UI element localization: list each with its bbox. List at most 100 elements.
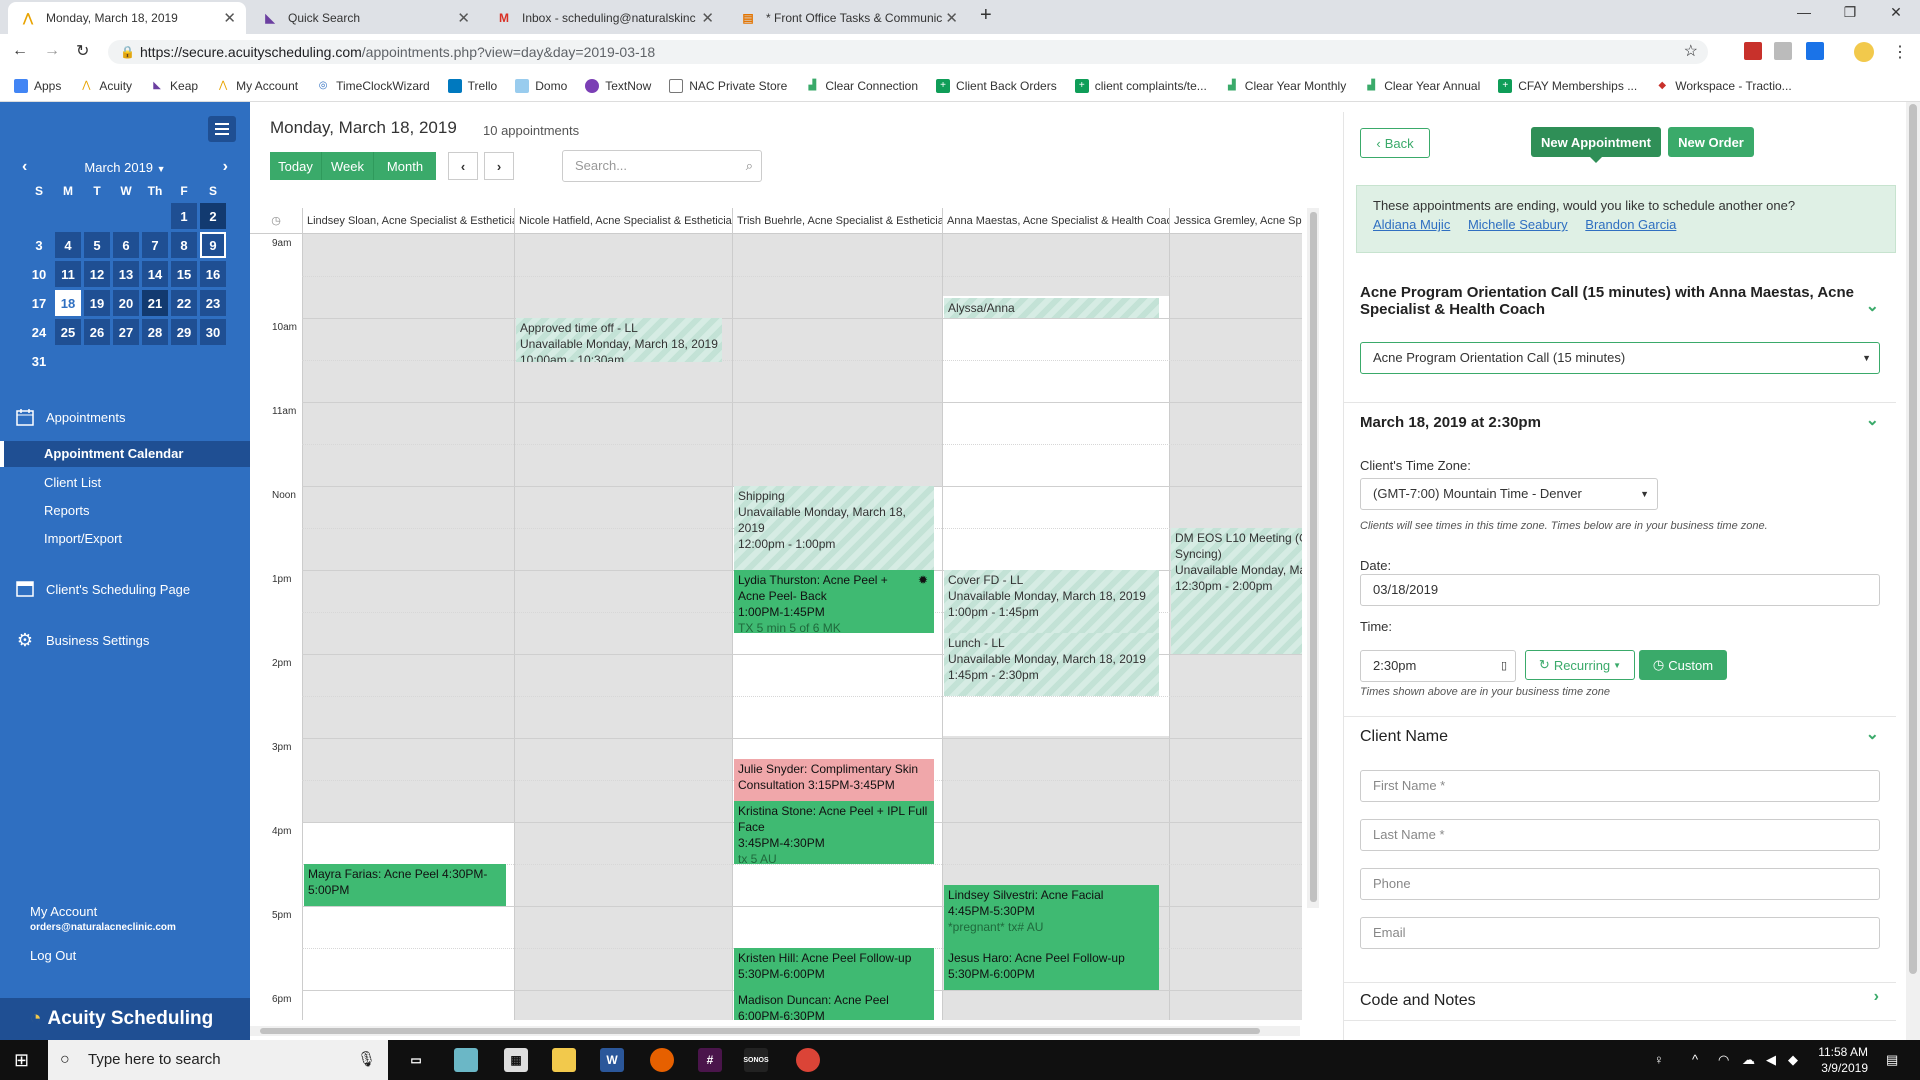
extension-icon[interactable] — [1774, 42, 1792, 60]
block-event[interactable]: Approved time off - LL Unavailable Monda… — [516, 318, 722, 362]
tab-front-office[interactable]: ▤ * Front Office Tasks & Communic ✕ — [728, 2, 968, 34]
onedrive-icon[interactable]: ☁ — [1742, 1052, 1755, 1068]
appointment-event[interactable]: Lindsey Silvestri: Acne Facial 4:45PM-5:… — [944, 885, 1159, 948]
people-icon[interactable]: ♀ — [1654, 1052, 1664, 1067]
week-button[interactable]: Week — [322, 152, 374, 180]
back-arrow-icon[interactable]: ← — [12, 42, 28, 60]
appointment-event[interactable]: Julie Snyder: Complimentary Skin Consult… — [734, 759, 934, 801]
forward-arrow-icon[interactable]: → — [44, 42, 60, 60]
calendar-day[interactable]: 31 — [26, 348, 52, 374]
word-icon[interactable]: W — [600, 1048, 624, 1072]
appointment-event[interactable]: Jesus Haro: Acne Peel Follow-up 5:30PM-6… — [944, 948, 1159, 990]
bookmark-star-icon[interactable]: ☆ — [1684, 40, 1698, 64]
calendar-day[interactable]: 26 — [84, 319, 110, 345]
client-link[interactable]: Michelle Seabury — [1468, 217, 1568, 232]
app-icon[interactable] — [454, 1048, 478, 1072]
block-event[interactable]: Cover FD - LL Unavailable Monday, March … — [944, 570, 1159, 633]
client-link[interactable]: Brandon Garcia — [1585, 217, 1676, 232]
minimize-icon[interactable]: — — [1784, 4, 1824, 20]
calendar-day[interactable]: 22 — [171, 290, 197, 316]
tab-quick-search[interactable]: ◣ Quick Search ✕ — [250, 2, 480, 34]
calendar-day[interactable]: 30 — [200, 319, 226, 345]
appointment-type-select[interactable]: Acne Program Orientation Call (15 minute… — [1360, 342, 1880, 374]
bookmark-item[interactable]: ⋀ My Account — [216, 79, 298, 93]
taskbar-search[interactable]: ○ Type here to search 🎙 — [48, 1040, 388, 1080]
dropbox-icon[interactable]: ◆ — [1788, 1052, 1798, 1068]
new-tab-button[interactable]: + — [980, 4, 992, 27]
appointment-event[interactable]: Mayra Farias: Acne Peel 4:30PM- 5:00PM — [304, 864, 506, 906]
time-picker-icon[interactable]: ▯ — [1501, 651, 1507, 681]
horizontal-scrollbar[interactable] — [250, 1026, 1300, 1036]
calendar-day[interactable]: 10 — [26, 261, 52, 287]
calendar-day[interactable]: 21 — [142, 290, 168, 316]
nav-business-settings[interactable]: ⚙ Business Settings — [0, 627, 250, 653]
first-name-field[interactable]: First Name * — [1360, 770, 1880, 802]
calendar-day[interactable]: 16 — [200, 261, 226, 287]
profile-avatar-icon[interactable] — [1854, 42, 1874, 62]
timezone-select[interactable]: (GMT-7:00) Mountain Time - Denver ▼ — [1360, 478, 1658, 510]
bookmark-item[interactable]: ◆ Workspace - Tractio... — [1655, 79, 1791, 93]
sonos-icon[interactable]: SONOS — [743, 1048, 769, 1072]
bookmark-item[interactable]: NAC Private Store — [669, 78, 787, 93]
month-selector[interactable]: March 2019 ▼ — [84, 160, 165, 175]
calendar-day[interactable]: 13 — [113, 261, 139, 287]
calendar-day[interactable]: 15 — [171, 261, 197, 287]
code-notes-title[interactable]: Code and Notes — [1360, 992, 1476, 1010]
bookmark-item[interactable]: + CFAY Memberships ... — [1498, 78, 1637, 93]
bookmark-item[interactable]: Trello — [447, 78, 497, 93]
today-button[interactable]: Today — [270, 152, 322, 180]
recurring-button[interactable]: ↻ Recurring ▼ — [1525, 650, 1635, 680]
block-event[interactable]: Alyssa/Anna — [944, 298, 1159, 318]
search-input[interactable]: Search... ⌕ — [562, 150, 762, 182]
bookmark-item[interactable]: TextNow — [585, 78, 651, 93]
nav-appointments[interactable]: Appointments — [0, 404, 250, 430]
calendar-day[interactable]: 14 — [142, 261, 168, 287]
appointment-event[interactable]: Kristina Stone: Acne Peel + IPL Full Fac… — [734, 801, 934, 864]
calendar-day[interactable]: 20 — [113, 290, 139, 316]
calendar-day[interactable]: 27 — [113, 319, 139, 345]
hamburger-menu-icon[interactable] — [208, 116, 236, 142]
bookmark-item[interactable]: ◣ Keap — [150, 79, 198, 93]
calendar-day[interactable]: 8 — [171, 232, 197, 258]
calendar-day[interactable]: 11 — [55, 261, 81, 287]
calendar-day[interactable]: 7 — [142, 232, 168, 258]
vertical-scrollbar[interactable] — [1307, 208, 1319, 908]
appointment-event[interactable]: Lydia Thurston: Acne Peel + Acne Peel- B… — [734, 570, 934, 633]
custom-button[interactable]: ◷ Custom — [1639, 650, 1727, 680]
chrome-menu-icon[interactable]: ⋮ — [1892, 42, 1908, 62]
bookmark-item[interactable]: Domo — [515, 78, 567, 93]
bookmark-item[interactable]: ▟ Clear Connection — [805, 79, 918, 93]
my-account-link[interactable]: My Account — [30, 904, 97, 919]
time-input[interactable]: 2:30pm ▯ — [1360, 650, 1516, 682]
chevron-down-icon[interactable]: ⌄ — [1866, 296, 1879, 316]
calculator-icon[interactable]: ▦ — [504, 1048, 528, 1072]
bookmark-item[interactable]: + client complaints/te... — [1074, 78, 1207, 93]
close-tab-icon[interactable]: ✕ — [945, 9, 958, 27]
nav-client-list[interactable]: Client List — [44, 475, 101, 490]
logout-link[interactable]: Log Out — [30, 948, 76, 963]
nav-import-export[interactable]: Import/Export — [44, 531, 122, 546]
close-tab-icon[interactable]: ✕ — [701, 9, 714, 27]
slack-icon[interactable]: # — [698, 1048, 722, 1072]
calendar-day[interactable]: 2 — [200, 203, 226, 229]
phone-field[interactable]: Phone — [1360, 868, 1880, 900]
calendar-day[interactable]: 28 — [142, 319, 168, 345]
chevron-down-icon[interactable]: ⌄ — [1866, 410, 1879, 430]
block-event[interactable]: Shipping Unavailable Monday, March 18, 2… — [734, 486, 934, 570]
email-field[interactable]: Email — [1360, 917, 1880, 949]
new-order-button[interactable]: New Order — [1668, 127, 1754, 157]
back-button[interactable]: ‹ Back — [1360, 128, 1430, 158]
calendar-day[interactable]: 1 — [171, 203, 197, 229]
notification-icon[interactable]: ▤ — [1886, 1052, 1898, 1068]
system-clock[interactable]: 11:58 AM 3/9/2019 — [1818, 1044, 1868, 1076]
calendar-day[interactable]: 17 — [26, 290, 52, 316]
close-tab-icon[interactable]: ✕ — [223, 9, 236, 27]
extension-icon[interactable] — [1806, 42, 1824, 60]
file-explorer-icon[interactable] — [552, 1048, 576, 1072]
nav-scheduling-page[interactable]: Client's Scheduling Page — [0, 576, 250, 602]
prev-day-icon[interactable]: ‹ — [448, 152, 478, 180]
calendar-day[interactable]: 6 — [113, 232, 139, 258]
next-day-icon[interactable]: › — [484, 152, 514, 180]
next-month-icon[interactable]: › — [223, 158, 228, 176]
calendar-day[interactable]: 23 — [200, 290, 226, 316]
